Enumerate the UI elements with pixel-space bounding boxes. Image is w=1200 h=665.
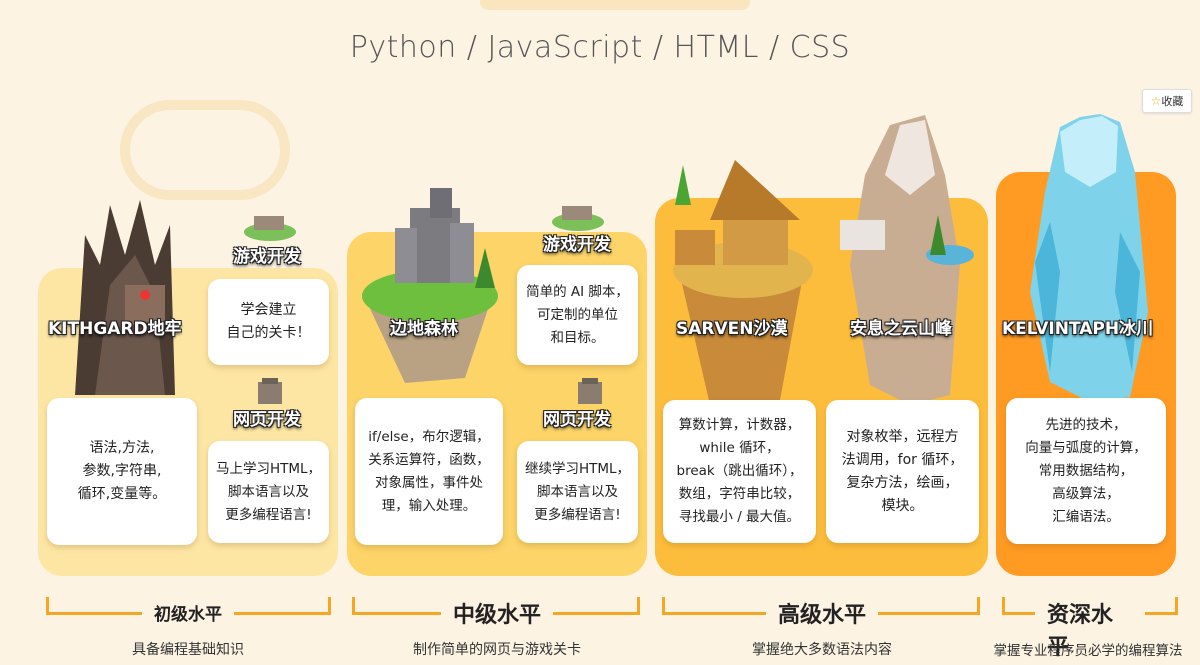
web-dev-title-2: 网页开发 [543, 410, 611, 430]
world-name-cloud-peak[interactable]: 安息之云山峰 [850, 314, 952, 339]
world-name-sarven[interactable]: SARVEN沙漠 [676, 314, 788, 339]
game-dev-icon-1 [244, 216, 296, 241]
web-dev-card-2: 继续学习HTML， 脚本语言以及 更多编程语言! [517, 441, 638, 543]
level-sub-intermediate: 制作简单的网页与游戏关卡 [413, 642, 581, 658]
cloud-code-icon [120, 100, 290, 200]
level-title-beginner: 初级水平 [142, 600, 234, 625]
sarven-desert-illustration[interactable] [665, 145, 815, 410]
star-icon: ☆ [1150, 94, 1162, 108]
web-dev-title-1: 网页开发 [233, 410, 301, 430]
world-name-border-forest[interactable]: 边地森林 [390, 314, 458, 339]
border-forest-illustration[interactable] [355, 178, 505, 388]
kithgard-description-card: 语法,方法, 参数,字符串, 循环,变量等。 [47, 398, 197, 545]
level-title-intermediate: 中级水平 [440, 597, 554, 629]
world-name-kithgard[interactable]: KITHGARD地牢 [48, 314, 182, 339]
game-dev-title-1: 游戏开发 [233, 247, 301, 267]
web-dev-card-1: 马上学习HTML， 脚本语言以及 更多编程语言! [208, 441, 329, 543]
header-logo-fragment [480, 0, 750, 10]
resting-cloud-peak-illustration[interactable] [830, 115, 980, 400]
languages-subtitle: Python / JavaScript / HTML / CSS [349, 30, 851, 65]
favorite-label: 收藏 [1161, 95, 1184, 108]
game-dev-card-1: 学会建立 自己的关卡！ [208, 279, 329, 365]
level-title-advanced: 高级水平 [765, 597, 879, 629]
cloud-peak-description-card: 对象枚举，远程方 法调用，for 循环， 复杂方法，绘画， 模块。 [826, 400, 979, 543]
level-sub-beginner: 具备编程基础知识 [132, 642, 244, 658]
level-sub-advanced: 掌握绝大多数语法内容 [752, 642, 892, 658]
sarven-description-card: 算数计算，计数器， while 循环， break（跳出循环）， 数组，字符串比… [663, 400, 816, 543]
web-dev-icon-1 [258, 378, 282, 404]
favorite-button[interactable]: ☆收藏 [1142, 89, 1192, 113]
game-dev-card-2: 简单的 AI 脚本， 可定制的单位 和目标。 [517, 265, 638, 365]
game-dev-title-2: 游戏开发 [543, 235, 611, 255]
world-name-kelvintaph[interactable]: KELVINTAPH冰川 [1002, 314, 1153, 339]
kithgard-dungeon-illustration[interactable] [55, 195, 185, 405]
game-dev-icon-2 [552, 206, 604, 231]
kelvintaph-description-card: 先进的技术， 向量与弧度的计算， 常用数据结构， 高级算法， 汇编语法。 [1006, 398, 1166, 544]
border-forest-description-card: if/else，布尔逻辑， 关系运算符，函数， 对象属性，事件处 理，输入处理。 [355, 398, 503, 545]
kelvintaph-glacier-illustration[interactable] [1020, 112, 1160, 402]
web-dev-icon-2 [578, 378, 602, 404]
level-sub-expert: 掌握专业程序员必学的编程算法 [993, 643, 1183, 659]
